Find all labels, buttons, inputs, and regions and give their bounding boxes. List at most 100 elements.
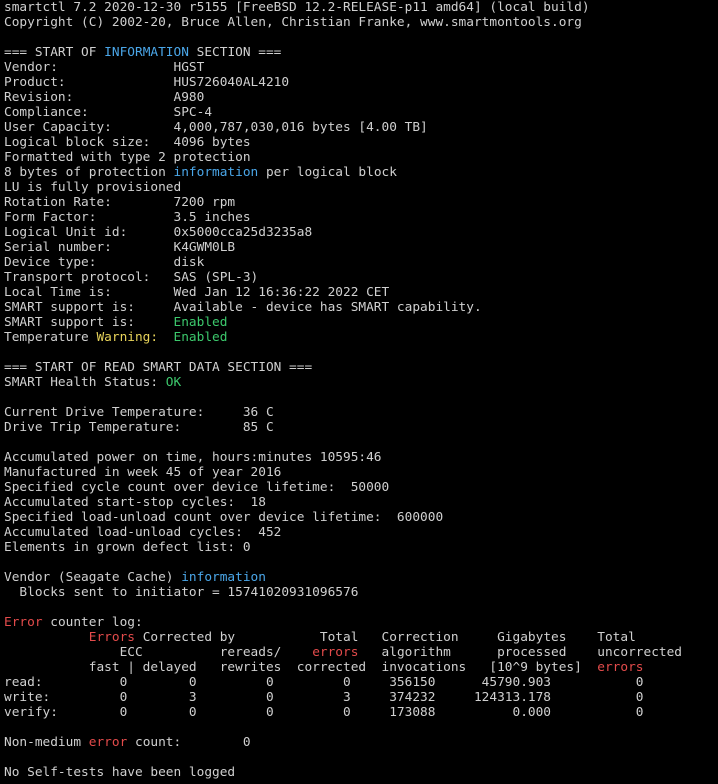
terminal-line: Compliance: SPC-4 bbox=[4, 105, 718, 120]
terminal-text: Enabled bbox=[173, 315, 228, 330]
terminal-text: smartctl 7.2 2020-12-30 r5155 [FreeBSD 1… bbox=[4, 0, 590, 15]
terminal-text: error bbox=[88, 735, 128, 750]
terminal-text: counter log: bbox=[42, 615, 143, 630]
terminal-line: verify: 0 0 0 0 173088 0.000 0 bbox=[4, 705, 718, 720]
terminal-text: count: 0 bbox=[127, 735, 251, 750]
terminal-text: Formatted with type 2 protection bbox=[4, 150, 251, 165]
terminal-line: write: 0 3 0 3 374232 124313.178 0 bbox=[4, 690, 718, 705]
terminal-text: Drive Trip Temperature: 85 C bbox=[4, 420, 274, 435]
terminal-line: User Capacity: 4,000,787,030,016 bytes [… bbox=[4, 120, 718, 135]
terminal-text: Logical Unit id: 0x5000cca25d3235a8 bbox=[4, 225, 313, 240]
terminal-line: Temperature Warning: Enabled bbox=[4, 330, 718, 345]
terminal-text: 8 bytes of protection bbox=[4, 165, 174, 180]
terminal-text: === START OF bbox=[4, 45, 105, 60]
terminal-line: SMART support is: Enabled bbox=[4, 315, 718, 330]
terminal-line: Non-medium error count: 0 bbox=[4, 735, 718, 750]
terminal-window[interactable]: smartctl 7.2 2020-12-30 r5155 [FreeBSD 1… bbox=[0, 0, 718, 784]
terminal-line: Logical Unit id: 0x5000cca25d3235a8 bbox=[4, 225, 718, 240]
terminal-text: SMART support is: Available - device has… bbox=[4, 300, 482, 315]
terminal-text: Temperature bbox=[4, 330, 97, 345]
terminal-text: Rotation Rate: 7200 rpm bbox=[4, 195, 236, 210]
terminal-text: information bbox=[181, 570, 266, 585]
terminal-line: Error counter log: bbox=[4, 615, 718, 630]
terminal-text: Accumulated start-stop cycles: 18 bbox=[4, 495, 266, 510]
terminal-text: per logical block bbox=[258, 165, 397, 180]
terminal-text: Product: HUS726040AL4210 bbox=[4, 75, 290, 90]
terminal-text: algorithm processed uncorrected bbox=[358, 645, 683, 660]
terminal-text: Serial number: K4GWM0LB bbox=[4, 240, 236, 255]
terminal-line: Revision: A980 bbox=[4, 90, 718, 105]
terminal-text: Warning: bbox=[96, 330, 159, 345]
terminal-text: Logical block size: 4096 bytes bbox=[4, 135, 251, 150]
terminal-line: Specified load-unload count over device … bbox=[4, 510, 718, 525]
terminal-text: Accumulated load-unload cycles: 452 bbox=[4, 525, 282, 540]
terminal-text: Compliance: SPC-4 bbox=[4, 105, 213, 120]
terminal-line: Vendor (Seagate Cache) information bbox=[4, 570, 718, 585]
terminal-text: ECC rereads/ bbox=[4, 645, 313, 660]
terminal-line: Errors Corrected by Total Correction Gig… bbox=[4, 630, 718, 645]
terminal-line: Logical block size: 4096 bytes bbox=[4, 135, 718, 150]
terminal-text: errors bbox=[312, 645, 359, 660]
terminal-line: SMART Health Status: OK bbox=[4, 375, 718, 390]
terminal-text: SMART Health Status: bbox=[4, 375, 166, 390]
terminal-line: Serial number: K4GWM0LB bbox=[4, 240, 718, 255]
terminal-line: Manufactured in week 45 of year 2016 bbox=[4, 465, 718, 480]
terminal-text: User Capacity: 4,000,787,030,016 bytes [… bbox=[4, 120, 428, 135]
terminal-text: Non-medium bbox=[4, 735, 89, 750]
terminal-line: SMART support is: Available - device has… bbox=[4, 300, 718, 315]
terminal-text: No Self-tests have been logged bbox=[4, 765, 236, 780]
terminal-line: Copyright (C) 2002-20, Bruce Allen, Chri… bbox=[4, 15, 718, 30]
terminal-output: smartctl 7.2 2020-12-30 r5155 [FreeBSD 1… bbox=[0, 0, 718, 780]
terminal-line: ECC rereads/ errors algorithm processed … bbox=[4, 645, 718, 660]
terminal-text: === START OF READ SMART DATA SECTION === bbox=[4, 360, 313, 375]
terminal-text: INFORMATION bbox=[104, 45, 189, 60]
terminal-line: 8 bytes of protection information per lo… bbox=[4, 165, 718, 180]
terminal-text: LU is fully provisioned bbox=[4, 180, 182, 195]
terminal-text: Local Time is: Wed Jan 12 16:36:22 2022 … bbox=[4, 285, 390, 300]
terminal-text: fast | delayed rewrites corrected invoca… bbox=[4, 660, 598, 675]
terminal-text: verify: 0 0 0 0 173088 0.000 0 bbox=[4, 705, 644, 720]
terminal-text: Vendor: HGST bbox=[4, 60, 205, 75]
terminal-text: Vendor (Seagate Cache) bbox=[4, 570, 182, 585]
terminal-text: write: 0 3 0 3 374232 124313.178 0 bbox=[4, 690, 644, 705]
terminal-text: information bbox=[173, 165, 259, 180]
terminal-text: OK bbox=[165, 375, 182, 390]
terminal-line: === START OF READ SMART DATA SECTION === bbox=[4, 360, 718, 375]
terminal-line: Product: HUS726040AL4210 bbox=[4, 75, 718, 90]
terminal-text: read: 0 0 0 0 356150 45790.903 0 bbox=[4, 675, 644, 690]
terminal-line: Drive Trip Temperature: 85 C bbox=[4, 420, 718, 435]
terminal-line: Transport protocol: SAS (SPL-3) bbox=[4, 270, 718, 285]
terminal-line: Specified cycle count over device lifeti… bbox=[4, 480, 718, 495]
terminal-line: Current Drive Temperature: 36 C bbox=[4, 405, 718, 420]
terminal-text: Error bbox=[4, 615, 43, 630]
terminal-text: Specified load-unload count over device … bbox=[4, 510, 444, 525]
terminal-line: Device type: disk bbox=[4, 255, 718, 270]
terminal-text: Manufactured in week 45 of year 2016 bbox=[4, 465, 282, 480]
terminal-text: Corrected by Total Correction Gigabytes … bbox=[134, 630, 636, 645]
terminal-text: Accumulated power on time, hours:minutes… bbox=[4, 450, 382, 465]
terminal-line: fast | delayed rewrites corrected invoca… bbox=[4, 660, 718, 675]
terminal-line: LU is fully provisioned bbox=[4, 180, 718, 195]
terminal-text: errors bbox=[597, 660, 644, 675]
terminal-text: Form Factor: 3.5 inches bbox=[4, 210, 251, 225]
terminal-line: No Self-tests have been logged bbox=[4, 765, 718, 780]
terminal-line: smartctl 7.2 2020-12-30 r5155 [FreeBSD 1… bbox=[4, 0, 718, 15]
terminal-line: Vendor: HGST bbox=[4, 60, 718, 75]
terminal-line: === START OF INFORMATION SECTION === bbox=[4, 45, 718, 60]
terminal-line: Elements in grown defect list: 0 bbox=[4, 540, 718, 555]
terminal-line: Accumulated power on time, hours:minutes… bbox=[4, 450, 718, 465]
terminal-text: Revision: A980 bbox=[4, 90, 205, 105]
terminal-line: Local Time is: Wed Jan 12 16:36:22 2022 … bbox=[4, 285, 718, 300]
terminal-line: read: 0 0 0 0 356150 45790.903 0 bbox=[4, 675, 718, 690]
terminal-text: SMART support is: bbox=[4, 315, 174, 330]
terminal-line: Rotation Rate: 7200 rpm bbox=[4, 195, 718, 210]
terminal-text: Copyright (C) 2002-20, Bruce Allen, Chri… bbox=[4, 15, 582, 30]
